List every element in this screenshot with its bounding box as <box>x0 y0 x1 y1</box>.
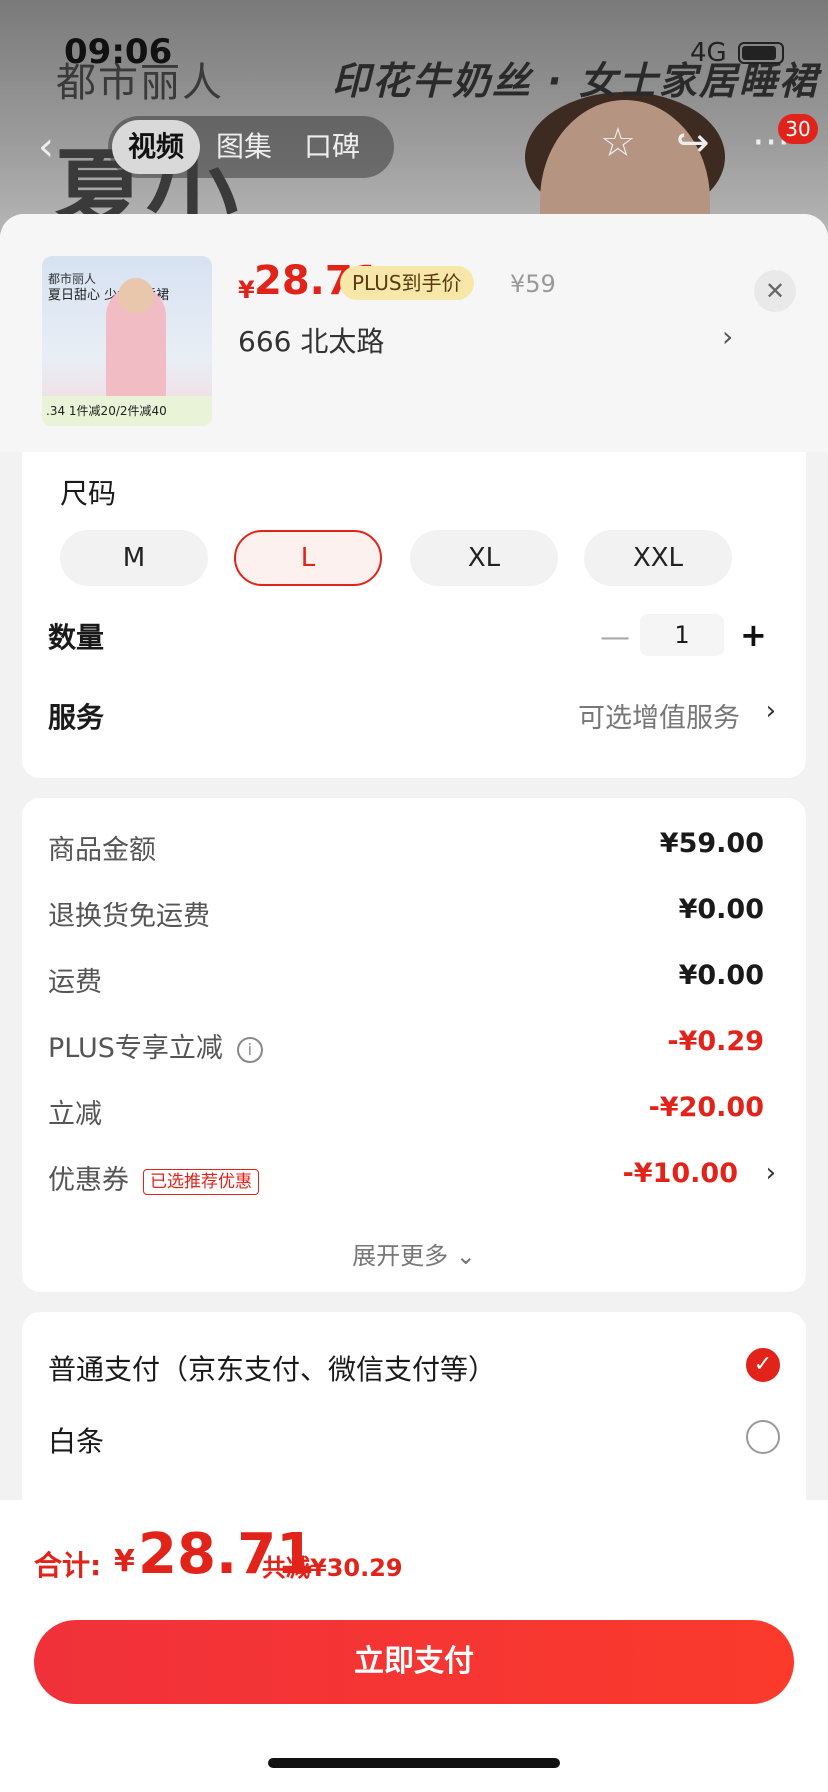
total-currency: ¥ <box>114 1544 135 1579</box>
product-summary: 都市丽人 夏日甜心 少女风睡裙 .34 1件减20/2件减40 ¥ 28.71 … <box>0 214 828 452</box>
service-label: 服务 <box>48 701 105 734</box>
chevron-down-icon: ⌄ <box>455 1242 476 1270</box>
fee-label-wrap: PLUS专享立减 i <box>48 1026 263 1065</box>
battery-icon <box>738 42 784 64</box>
quantity-input[interactable]: 1 <box>640 614 724 656</box>
thumb-promo-strip: .34 1件减20/2件减40 <box>42 396 212 426</box>
share-icon[interactable]: ↪ <box>676 120 710 166</box>
increase-quantity-icon[interactable]: + <box>740 616 767 654</box>
status-time: 09:06 <box>64 32 173 72</box>
price-breakdown-card: 商品金额 ¥59.00 退换货免运费 ¥0.00 运费 ¥0.00 PLUS专享… <box>22 798 806 1292</box>
fee-value: ¥0.00 <box>678 894 764 925</box>
fee-label: 优惠券 <box>48 1165 129 1196</box>
expand-more-button[interactable]: 展开更多 ⌄ <box>22 1236 806 1271</box>
payment-radio-selected[interactable]: ✓ <box>746 1348 780 1382</box>
size-option-l[interactable]: L <box>234 530 382 586</box>
fee-row: 运费 ¥0.00 <box>48 960 764 1000</box>
payment-radio[interactable] <box>746 1420 780 1454</box>
fee-value: ¥59.00 <box>659 828 764 859</box>
fee-row: 退换货免运费 ¥0.00 <box>48 894 764 934</box>
media-tabs: 视频 图集 口碑 <box>108 116 394 178</box>
total-label: 合计: <box>34 1549 102 1582</box>
price-currency: ¥ <box>238 276 255 304</box>
close-icon[interactable]: ✕ <box>754 270 796 312</box>
thumb-model-head <box>118 278 154 314</box>
size-option-m[interactable]: M <box>60 530 208 586</box>
original-price: ¥59 <box>510 270 556 298</box>
product-thumbnail[interactable]: 都市丽人 夏日甜心 少女风睡裙 .34 1件减20/2件减40 <box>42 256 212 426</box>
options-card: 尺码 M L XL XXL 数量 — 1 + 服务 可选增值服务 › <box>22 452 806 778</box>
size-option-xl[interactable]: XL <box>410 530 558 586</box>
fee-value: -¥10.00 <box>622 1158 738 1189</box>
tab-reviews[interactable]: 口碑 <box>288 120 376 174</box>
chevron-right-icon[interactable]: › <box>766 696 776 726</box>
tab-gallery[interactable]: 图集 <box>200 120 288 174</box>
fee-value: ¥0.00 <box>678 960 764 991</box>
checkout-footer: 合计: ¥ 28.71 共减¥30.29 立即支付 <box>0 1500 828 1792</box>
thumb-price-tail: .34 <box>46 404 66 418</box>
message-badge: 30 <box>778 114 818 144</box>
info-icon[interactable]: i <box>236 1036 263 1063</box>
fee-label: 立减 <box>48 1099 102 1130</box>
plus-price-tag: PLUS到手价 <box>340 266 474 300</box>
thumb-brand: 都市丽人 <box>48 272 97 286</box>
decrease-quantity-icon[interactable]: — <box>600 620 630 655</box>
size-title: 尺码 <box>60 477 117 510</box>
fee-label: 运费 <box>48 967 102 998</box>
fee-label: PLUS专享立减 <box>48 1033 223 1064</box>
chevron-right-icon[interactable]: › <box>722 320 733 353</box>
fee-label-wrap: 优惠券 已选推荐优惠 <box>48 1158 259 1197</box>
payment-option-label[interactable]: 普通支付（京东支付、微信支付等） <box>48 1348 496 1388</box>
delivery-address[interactable]: 666 北太路 <box>238 320 384 360</box>
size-option-xxl[interactable]: XXL <box>584 530 732 586</box>
fee-label: 退换货免运费 <box>48 901 210 932</box>
fee-row: 商品金额 ¥59.00 <box>48 828 764 868</box>
pay-now-button[interactable]: 立即支付 <box>34 1620 794 1704</box>
payment-option-label[interactable]: 白条 <box>48 1420 104 1460</box>
fee-row: PLUS专享立减 i -¥0.29 <box>48 1026 764 1066</box>
network-indicator: 4G <box>690 38 727 68</box>
thumb-promo: 1件减20/2件减40 <box>68 404 167 418</box>
home-indicator <box>268 1758 560 1768</box>
chevron-right-icon[interactable]: › <box>766 1158 776 1188</box>
expand-more-label: 展开更多 <box>352 1242 449 1270</box>
coupon-row[interactable]: 优惠券 已选推荐优惠 -¥10.00 <box>48 1158 738 1198</box>
favorite-star-icon[interactable]: ☆ <box>600 120 636 166</box>
coupon-tag: 已选推荐优惠 <box>143 1168 259 1195</box>
service-value[interactable]: 可选增值服务 <box>578 696 740 735</box>
tab-video[interactable]: 视频 <box>112 120 201 174</box>
fee-value: -¥0.29 <box>667 1026 764 1057</box>
fee-row: 立减 -¥20.00 <box>48 1092 764 1132</box>
fee-value: -¥20.00 <box>648 1092 764 1123</box>
total-saved: 共减¥30.29 <box>262 1554 403 1582</box>
back-icon[interactable]: ‹ <box>38 124 54 170</box>
fee-label: 商品金额 <box>48 835 156 866</box>
quantity-label: 数量 <box>48 621 105 654</box>
